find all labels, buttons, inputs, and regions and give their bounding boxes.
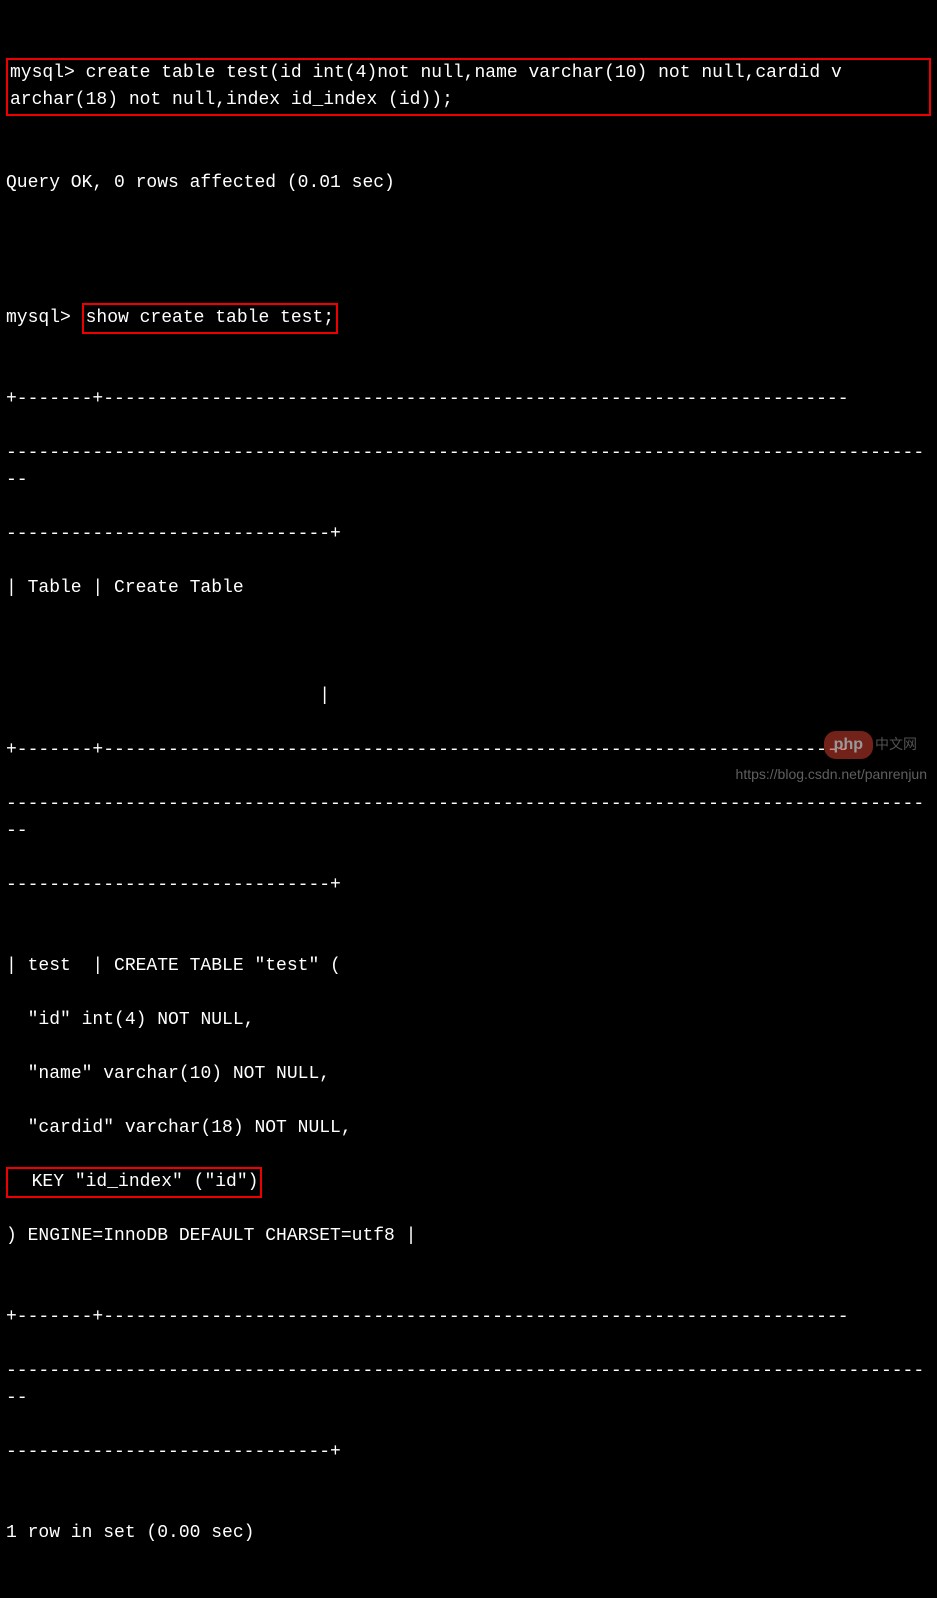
terminal-line: mysql> create table test(id int(4)not nu… bbox=[10, 60, 927, 87]
highlight-create-table: mysql> create table test(id int(4)not nu… bbox=[6, 58, 931, 116]
terminal-window[interactable]: mysql> create table test(id int(4)not nu… bbox=[0, 0, 937, 1598]
terminal-line: KEY "id_index" ("id") bbox=[6, 1169, 931, 1196]
table-header-pipe: | bbox=[6, 683, 931, 710]
column-id: "id" int(4) NOT NULL, bbox=[6, 1007, 931, 1034]
watermark-url: https://blog.csdn.net/panrenjun bbox=[736, 764, 927, 785]
highlight-show-create: show create table test; bbox=[82, 303, 338, 334]
blank-line bbox=[6, 1574, 931, 1598]
rows-in-set: 1 row in set (0.00 sec) bbox=[6, 1520, 931, 1547]
table-border: ----------------------------------------… bbox=[6, 791, 931, 845]
cmd-create-table-part1: create table test(id int(4)not null,name… bbox=[86, 63, 842, 83]
query-ok-result: Query OK, 0 rows affected (0.01 sec) bbox=[6, 173, 395, 193]
terminal-line: archar(18) not null,index id_index (id))… bbox=[10, 87, 927, 114]
table-header: | Table | Create Table bbox=[6, 575, 931, 602]
watermark-php-logo: php中文网 bbox=[824, 731, 917, 759]
table-border: ------------------------------+ bbox=[6, 872, 931, 899]
php-cn-text: 中文网 bbox=[875, 736, 917, 752]
table-border: +-------+-------------------------------… bbox=[6, 1304, 931, 1331]
terminal-line: mysql> show create table test; bbox=[6, 305, 931, 332]
key-index-line: KEY "id_index" ("id") bbox=[10, 1172, 258, 1192]
engine-line: ) ENGINE=InnoDB DEFAULT CHARSET=utf8 | bbox=[6, 1223, 931, 1250]
table-border: +-------+-------------------------------… bbox=[6, 386, 931, 413]
create-table-row-start: | test | CREATE TABLE "test" ( bbox=[6, 953, 931, 980]
cmd-create-table-part2: archar(18) not null,index id_index (id))… bbox=[10, 90, 453, 110]
php-badge: php bbox=[824, 731, 873, 759]
table-border: ------------------------------+ bbox=[6, 521, 931, 548]
column-name: "name" varchar(10) NOT NULL, bbox=[6, 1061, 931, 1088]
table-border: +-------+-------------------------------… bbox=[6, 737, 931, 764]
blank-line bbox=[6, 224, 931, 251]
table-border: ------------------------------+ bbox=[6, 1439, 931, 1466]
cmd-show-create: show create table test; bbox=[86, 308, 334, 328]
column-cardid: "cardid" varchar(18) NOT NULL, bbox=[6, 1115, 931, 1142]
table-border: ----------------------------------------… bbox=[6, 1358, 931, 1412]
blank-line bbox=[6, 629, 931, 656]
table-border: ----------------------------------------… bbox=[6, 440, 931, 494]
terminal-line: Query OK, 0 rows affected (0.01 sec) bbox=[6, 170, 931, 197]
mysql-prompt: mysql> bbox=[6, 308, 82, 328]
mysql-prompt: mysql> bbox=[10, 63, 86, 83]
highlight-key-index: KEY "id_index" ("id") bbox=[6, 1167, 262, 1198]
